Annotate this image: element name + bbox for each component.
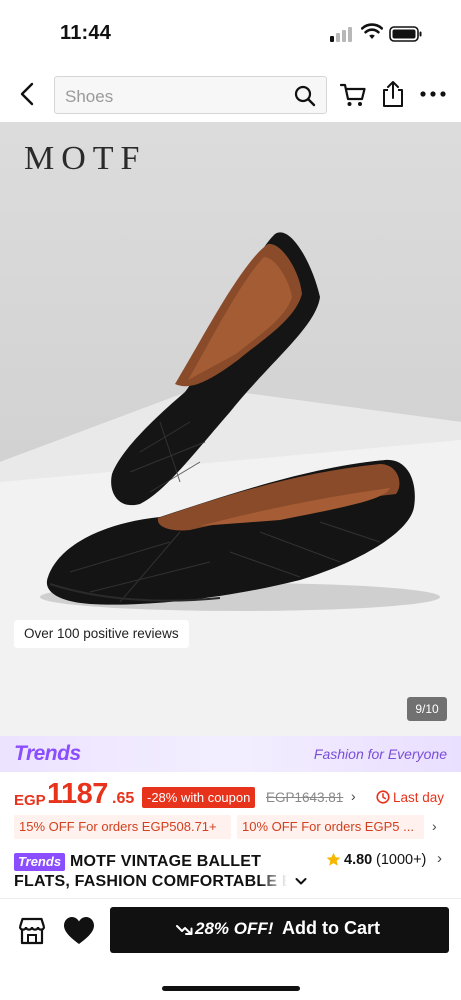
search-input[interactable]: Shoes bbox=[54, 76, 327, 114]
coupons-row[interactable]: 15% OFF For orders EGP508.71+ 10% OFF Fo… bbox=[0, 815, 461, 839]
trends-tagline: Fashion for Everyone bbox=[313, 746, 447, 762]
add-to-cart-button[interactable]: 28% OFF! Add to Cart bbox=[110, 907, 449, 953]
cellular-signal-icon bbox=[330, 26, 354, 42]
wifi-icon bbox=[361, 23, 383, 39]
trends-banner[interactable]: Trends Fashion for Everyone bbox=[0, 736, 461, 772]
trends-tag: Trends bbox=[14, 853, 65, 871]
price-integer: 1187 bbox=[47, 778, 108, 810]
status-time: 11:44 bbox=[60, 22, 112, 44]
home-indicator bbox=[162, 986, 300, 991]
heart-icon[interactable] bbox=[62, 915, 96, 947]
add-to-cart-discount: 28% OFF! bbox=[195, 919, 274, 938]
store-icon[interactable] bbox=[16, 915, 48, 947]
more-icon[interactable] bbox=[418, 80, 448, 108]
clock-icon bbox=[376, 790, 390, 804]
rating-count[interactable]: (1000+) bbox=[376, 852, 426, 868]
original-price[interactable]: EGP1643.81 bbox=[266, 790, 343, 805]
brand-logo: MOTF bbox=[24, 140, 147, 177]
search-header: Shoes bbox=[0, 66, 461, 122]
trends-logo: Trends bbox=[14, 742, 81, 765]
cart-icon[interactable] bbox=[340, 82, 366, 108]
product-title-line-1: MOTF VINTAGE BALLET bbox=[70, 853, 262, 870]
rating-value[interactable]: 4.80 bbox=[344, 852, 372, 868]
coupon-chip[interactable]: 15% OFF For orders EGP508.71+ bbox=[14, 815, 231, 839]
product-title-line-2: FLATS, FASHION COMFORTABLE B bbox=[14, 873, 290, 890]
coupons-chevron[interactable]: › bbox=[432, 818, 437, 834]
price-decimal: .65 bbox=[112, 790, 135, 807]
search-placeholder: Shoes bbox=[65, 87, 114, 106]
search-icon[interactable] bbox=[294, 85, 316, 107]
price-currency: EGP bbox=[14, 792, 46, 809]
price-row: EGP 1187 .65 -28% with coupon EGP1643.81… bbox=[0, 772, 461, 814]
title-fade bbox=[260, 872, 290, 892]
coupon-chip[interactable]: 10% OFF For orders EGP5 ... bbox=[237, 815, 424, 839]
star-icon bbox=[326, 852, 341, 866]
product-title-row: Trends MOTF VINTAGE BALLET FLATS, FASHIO… bbox=[0, 848, 461, 894]
coupon-discount-badge: -28% with coupon bbox=[142, 787, 256, 808]
share-icon[interactable] bbox=[380, 80, 406, 108]
battery-icon bbox=[389, 26, 422, 42]
back-arrow-icon[interactable] bbox=[14, 80, 42, 108]
rating-chevron[interactable]: › bbox=[437, 850, 442, 867]
trend-down-arrow-icon bbox=[176, 925, 193, 935]
product-image-gallery[interactable]: MOTF Over 100 positive reviews 9/10 bbox=[0, 122, 461, 736]
deadline-label: Last day bbox=[393, 790, 445, 805]
image-counter: 9/10 bbox=[407, 697, 447, 721]
chevron-down-icon[interactable] bbox=[294, 874, 308, 888]
original-price-chevron[interactable]: › bbox=[351, 788, 356, 804]
status-bar: 11:44 bbox=[0, 0, 461, 66]
add-to-cart-label: Add to Cart bbox=[282, 918, 380, 938]
reviews-badge: Over 100 positive reviews bbox=[14, 620, 189, 648]
bottom-action-bar: 28% OFF! Add to Cart bbox=[0, 898, 461, 1000]
